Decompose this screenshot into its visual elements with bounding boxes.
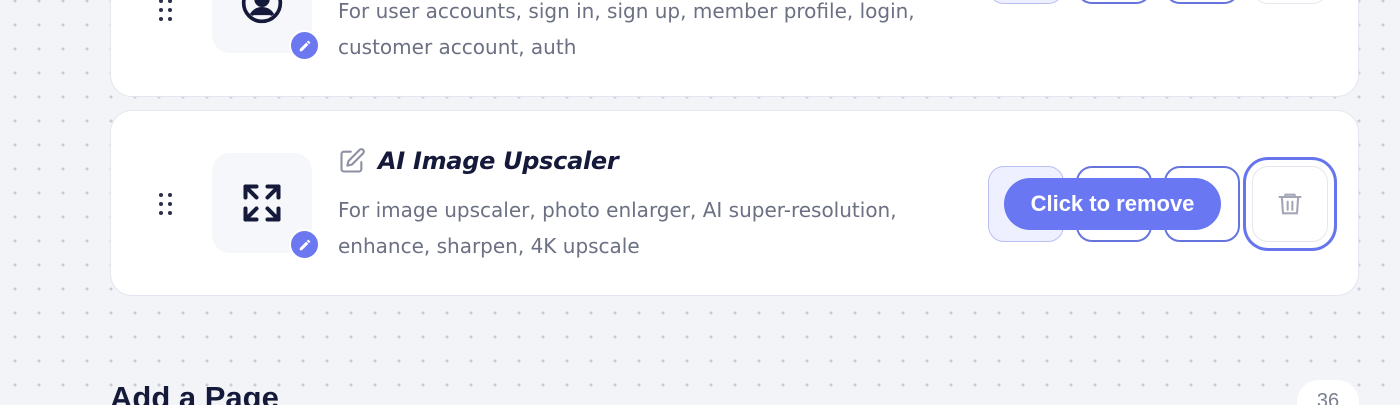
page-card: For user accounts, sign in, sign up, mem… [110,0,1359,97]
page-title[interactable]: AI Image Upscaler [378,147,619,175]
expand-arrows-icon [243,184,281,222]
page-description: For image upscaler, photo enlarger, AI s… [338,198,897,258]
drag-handle-icon[interactable] [159,193,173,217]
preview-button[interactable] [1164,0,1240,4]
settings-button[interactable] [988,0,1064,4]
user-circle-icon [241,0,283,24]
edit-icon-button[interactable] [289,30,320,61]
page-title-row: AI Image Upscaler [338,147,619,175]
page-description: For user accounts, sign in, sign up, mem… [338,0,915,59]
pencil-icon [299,40,310,51]
pencil-icon [299,239,310,250]
edit-title-icon[interactable] [338,147,366,175]
edit-icon-button[interactable] [289,229,320,260]
remove-tooltip: Click to remove [1004,178,1221,230]
trash-icon [1278,193,1302,215]
delete-button[interactable] [1252,166,1328,242]
drag-handle-icon[interactable] [159,0,173,23]
delete-button[interactable] [1252,0,1328,4]
add-page-heading: Add a Page [110,380,279,405]
page-count-badge: 36 [1297,380,1359,405]
publish-button[interactable] [1076,0,1152,4]
